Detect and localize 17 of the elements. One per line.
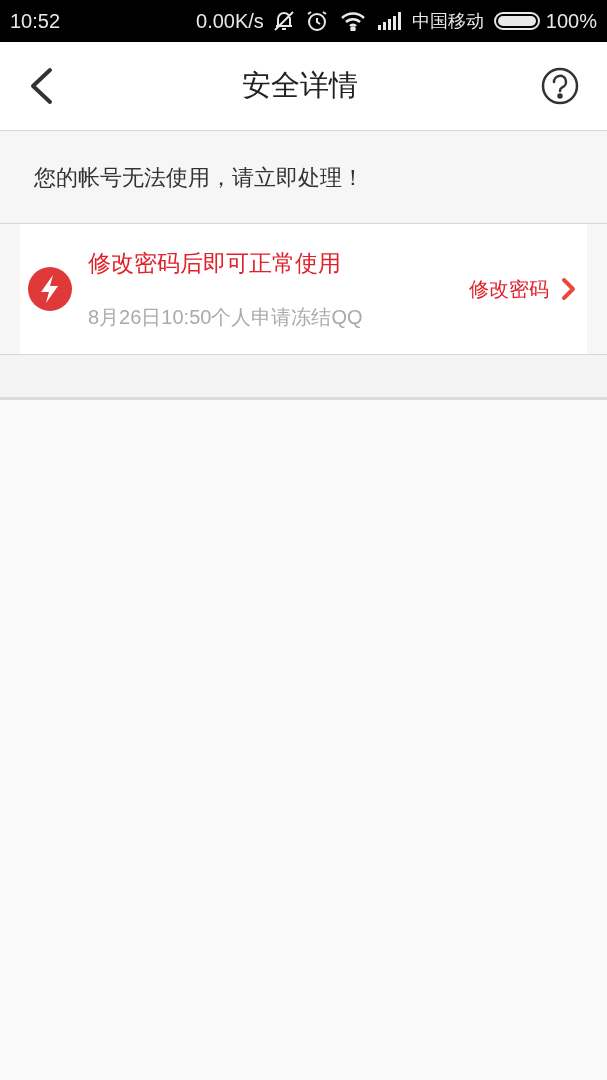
battery-percent: 100%: [545, 9, 597, 34]
alarm-clock-icon: [305, 10, 328, 32]
signal-icon: [377, 12, 402, 30]
battery-icon: [493, 12, 540, 30]
chevron-right-icon: [561, 277, 577, 301]
help-button[interactable]: [541, 67, 579, 105]
alert-card[interactable]: 修改密码后即可正常使用 8月26日10:50个人申请冻结QQ 修改密码: [20, 224, 587, 354]
alert-title: 修改密码后即可正常使用: [88, 248, 342, 278]
alert-detail: 8月26日10:50个人申请冻结QQ: [88, 305, 364, 331]
wifi-icon: [339, 11, 366, 31]
notice-text: 您的帐号无法使用，请立即处理！: [34, 163, 364, 192]
clock-time: 10:52: [10, 9, 61, 34]
carrier-name: 中国移动: [411, 9, 484, 33]
network-speed: 0.00K/s: [196, 9, 264, 34]
change-password-link[interactable]: 修改密码: [469, 274, 549, 304]
lightning-icon: [28, 267, 72, 311]
page-title: 安全详情: [241, 69, 358, 102]
